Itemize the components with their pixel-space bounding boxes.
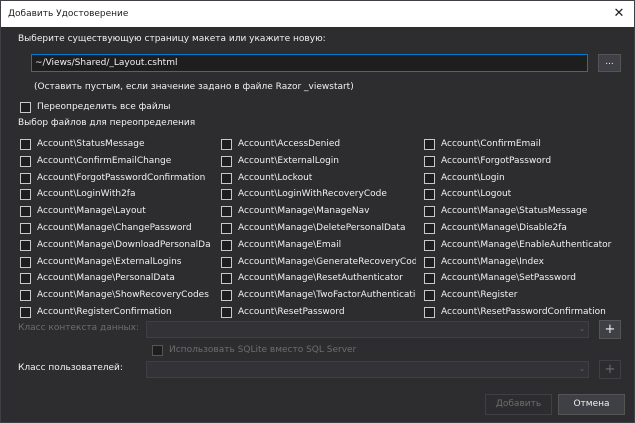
- chevron-down-icon: ⌄: [579, 365, 585, 373]
- override-all-label: Переопределить все файлы: [37, 102, 171, 112]
- data-context-label: Класс контекста данных:: [18, 323, 139, 333]
- file-checkbox[interactable]: [20, 156, 31, 167]
- file-label: Account\ResetPasswordConfirmation: [441, 307, 606, 317]
- file-checkbox[interactable]: [424, 240, 435, 251]
- dialog-title: Добавить Удостоверение: [8, 9, 129, 19]
- file-label: Account\Manage\Layout: [37, 206, 146, 216]
- file-checkbox[interactable]: [424, 273, 435, 284]
- file-checkbox[interactable]: [221, 139, 232, 150]
- file-checkbox[interactable]: [424, 173, 435, 184]
- chevron-down-icon: ⌄: [579, 325, 585, 333]
- file-checkbox[interactable]: [424, 290, 435, 301]
- file-checkbox[interactable]: [20, 223, 31, 234]
- file-label: Account\Manage\Email: [238, 240, 342, 250]
- file-label: Account\Logout: [441, 189, 512, 199]
- file-label: Account\Manage\DeletePersonalData: [238, 223, 406, 233]
- file-checkbox[interactable]: [424, 223, 435, 234]
- file-checkbox[interactable]: [20, 240, 31, 251]
- file-label: Account\Manage\DownloadPersonalData: [37, 240, 210, 250]
- file-checkbox[interactable]: [221, 273, 232, 284]
- file-label: Account\Manage\Index: [441, 257, 544, 267]
- file-checkbox[interactable]: [20, 173, 31, 184]
- add-data-context-button[interactable]: +: [599, 320, 621, 339]
- file-label: Account\ConfirmEmailChange: [37, 156, 172, 166]
- file-label: Account\Manage\ManageNav: [238, 206, 370, 216]
- browse-button[interactable]: ...: [598, 54, 621, 72]
- file-label: Account\Register: [441, 290, 518, 300]
- file-label: Account\LoginWithRecoveryCode: [238, 189, 387, 199]
- file-label: Account\Manage\ResetAuthenticator: [238, 273, 403, 283]
- file-checkbox[interactable]: [20, 189, 31, 200]
- file-label: Account\Manage\PersonalData: [37, 273, 175, 283]
- file-checkbox[interactable]: [424, 257, 435, 268]
- file-label: Account\LoginWith2fa: [37, 189, 136, 199]
- layout-hint: (Оставить пустым, если значение задано в…: [34, 82, 354, 92]
- file-checkbox[interactable]: [20, 273, 31, 284]
- file-label: Account\Manage\ChangePassword: [37, 223, 192, 233]
- files-section-label: Выбор файлов для переопределения: [18, 118, 196, 128]
- file-checkbox[interactable]: [20, 139, 31, 150]
- file-label: Account\Lockout: [238, 173, 313, 183]
- file-checkbox[interactable]: [20, 206, 31, 217]
- file-checkbox[interactable]: [221, 257, 232, 268]
- file-checkbox[interactable]: [20, 257, 31, 268]
- file-label: Account\ExternalLogin: [238, 156, 339, 166]
- user-class-combo: ⌄: [146, 361, 589, 378]
- sqlite-checkbox: [152, 345, 163, 356]
- layout-path-field[interactable]: [31, 54, 588, 72]
- data-context-combo: ⌄: [146, 321, 589, 338]
- file-label: Account\Manage\Disable2fa: [441, 223, 567, 233]
- file-label: Account\ForgotPasswordConfirmation: [37, 173, 206, 183]
- file-checkbox[interactable]: [221, 240, 232, 251]
- file-checkbox[interactable]: [424, 307, 435, 318]
- file-checkbox[interactable]: [424, 206, 435, 217]
- file-label: Account\ResetPassword: [238, 307, 345, 317]
- file-checkbox[interactable]: [424, 189, 435, 200]
- file-checkbox[interactable]: [20, 290, 31, 301]
- file-checkbox[interactable]: [221, 290, 232, 301]
- add-button: Добавить: [485, 394, 552, 415]
- file-label: Account\Manage\TwoFactorAuthentication: [238, 290, 416, 300]
- file-label: Account\RegisterConfirmation: [37, 307, 172, 317]
- file-checkbox[interactable]: [221, 156, 232, 167]
- title-bar: Добавить Удостоверение ✕: [1, 1, 634, 27]
- add-user-class-button: +: [599, 360, 621, 379]
- add-identity-dialog: Добавить Удостоверение ✕ Выберите сущест…: [0, 0, 635, 423]
- file-label: Account\ForgotPassword: [441, 156, 552, 166]
- file-label: Account\Manage\StatusMessage: [441, 206, 588, 216]
- file-checkbox[interactable]: [424, 139, 435, 150]
- override-all-checkbox[interactable]: [20, 102, 31, 113]
- sqlite-label: Использовать SQLite вместо SQL Server: [169, 345, 357, 355]
- file-label: Account\ConfirmEmail: [441, 139, 541, 149]
- file-label: Account\Manage\ExternalLogins: [37, 257, 182, 267]
- file-checkbox[interactable]: [221, 206, 232, 217]
- layout-path-input[interactable]: [32, 55, 580, 71]
- close-icon[interactable]: ✕: [610, 5, 628, 23]
- layout-intro-label: Выберите существующую страницу макета ил…: [18, 34, 326, 44]
- file-label: Account\Manage\SetPassword: [441, 273, 576, 283]
- user-class-label: Класс пользователей:: [18, 363, 123, 373]
- file-label: Account\Manage\GenerateRecoveryCodes: [238, 257, 416, 267]
- file-checkbox[interactable]: [221, 223, 232, 234]
- file-checkbox[interactable]: [221, 307, 232, 318]
- cancel-button[interactable]: Отмена: [558, 394, 625, 415]
- file-checkbox[interactable]: [424, 156, 435, 167]
- file-label: Account\AccessDenied: [238, 139, 341, 149]
- file-checkbox[interactable]: [221, 189, 232, 200]
- file-checkbox[interactable]: [221, 173, 232, 184]
- file-label: Account\StatusMessage: [37, 139, 145, 149]
- file-checkbox[interactable]: [20, 307, 31, 318]
- file-label: Account\Login: [441, 173, 505, 183]
- file-label: Account\Manage\ShowRecoveryCodes: [37, 290, 209, 300]
- file-label: Account\Manage\EnableAuthenticator: [441, 240, 612, 250]
